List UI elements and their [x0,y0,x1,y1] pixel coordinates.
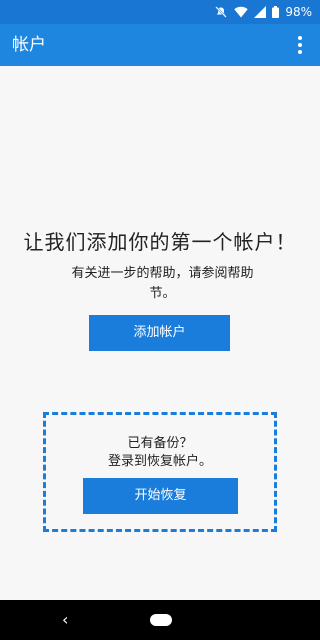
more-options-button[interactable] [290,34,310,56]
back-icon[interactable]: ‹ [62,611,68,629]
headline: 让我们添加你的第一个帐户！ [23,230,297,254]
signal-icon [254,6,267,18]
restore-login-text: 登录到恢复帐户。 [107,454,212,469]
do-not-disturb-icon [215,6,228,18]
more-vert-icon [298,36,302,40]
main-content: 让我们添加你的第一个帐户！ 有关进一步的帮助，请参阅帮助节。 添加帐户 已有备份… [0,66,320,600]
status-icons: 98% [214,3,312,21]
help-text: 有关进一步的帮助，请参阅帮助节。 [71,266,254,301]
navigation-bar: ‹ [0,600,320,640]
battery-percent: 98% [285,5,312,19]
backup-question: 已有备份？ [127,436,193,451]
start-restore-button[interactable]: 开始恢复 [83,478,238,514]
battery-icon [272,6,280,18]
home-pill-icon[interactable] [150,614,172,626]
page-title: 帐户 [12,35,46,55]
wifi-icon [234,6,249,18]
status-bar: 98% [0,0,320,24]
app-bar: 帐户 [0,24,320,66]
restore-panel: 已有备份？ 登录到恢复帐户。 开始恢复 [43,412,277,532]
add-account-button[interactable]: 添加帐户 [89,315,230,351]
